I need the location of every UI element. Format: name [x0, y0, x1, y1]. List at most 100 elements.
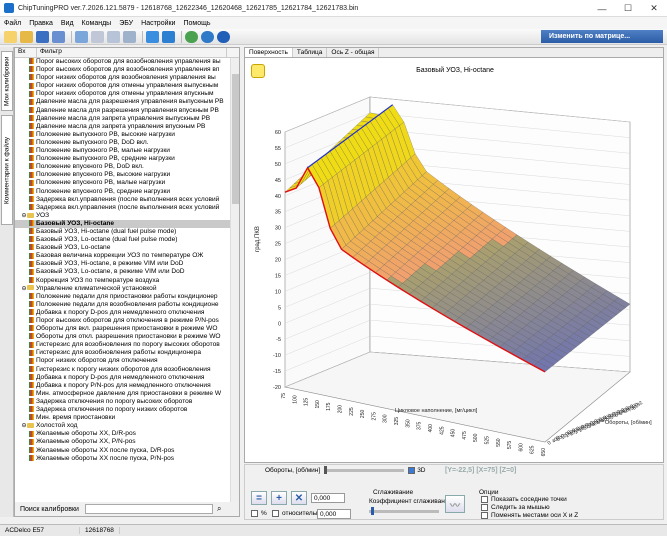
tree-item-label: Обороты для откл. разрешения приостановк…	[36, 333, 221, 341]
copy-icon[interactable]	[91, 30, 104, 43]
tree-item[interactable]: Положение впускного РВ, высокие нагрузки	[15, 171, 231, 179]
tree-item[interactable]: Базовый УОЗ, Lo-octane (dual fuel pulse …	[15, 236, 231, 244]
tree-item[interactable]: Желаемые обороты ХХ после пуска, D/R-pos	[15, 447, 231, 455]
follow-mouse-checkbox[interactable]	[481, 504, 488, 511]
menu-ecu[interactable]: ЭБУ	[115, 20, 137, 27]
tree-item[interactable]: Положение педали для приостановки работы…	[15, 293, 231, 301]
tree-scrollbar[interactable]	[230, 58, 239, 504]
maximize-button[interactable]: ☐	[615, 0, 641, 17]
tree-item[interactable]: Задержка отключения по порогу низких обо…	[15, 406, 231, 414]
slider-knob[interactable]	[324, 466, 328, 474]
show-neighbors-checkbox[interactable]	[481, 496, 488, 503]
menu-edit[interactable]: Правка	[25, 20, 57, 27]
tree-item[interactable]: Порог высоких оборотов для возобновления…	[15, 58, 231, 66]
tree-item[interactable]: Добавка к порогу D-pos для немедленного …	[15, 374, 231, 382]
tree-item[interactable]: Положение впускного РВ, средние нагрузки	[15, 188, 231, 196]
tab-surface[interactable]: Поверхность	[245, 48, 293, 57]
value-input[interactable]: 0,000	[311, 493, 345, 503]
tree-item[interactable]: Желаемые обороты ХХ после пуска, P/N-pos	[15, 455, 231, 463]
tree-item[interactable]: Положение впускного РВ, малые нагрузки	[15, 179, 231, 187]
minimize-button[interactable]: —	[589, 0, 615, 17]
tree-item[interactable]: Давление масла для разрешения управления…	[15, 98, 231, 106]
relative-checkbox[interactable]	[272, 510, 279, 517]
tree-item[interactable]: Базовый УОЗ, Lo-octane	[15, 244, 231, 252]
menu-help[interactable]: Помощь	[179, 20, 214, 27]
multiply-button[interactable]: ✕	[291, 491, 307, 505]
tree-item[interactable]: Задержка вкл.управления (после выполнени…	[15, 196, 231, 204]
equals-button[interactable]: =	[251, 491, 267, 505]
tree-item[interactable]: Задержка вкл.управления (после выполнени…	[15, 204, 231, 212]
tab-z-axis-common[interactable]: Ось Z - общая	[327, 48, 380, 57]
tree-item[interactable]: Обороты для вкл. разрешения приостановки…	[15, 325, 231, 333]
help-icon[interactable]	[217, 30, 230, 43]
smooth-apply-button[interactable]: 〰	[445, 495, 465, 513]
tree-header-col1[interactable]: Вх	[15, 48, 37, 57]
tree-item[interactable]: Базовый УОЗ, Hi-octane (dual fuel pulse …	[15, 228, 231, 236]
z-tick-label: 35	[275, 210, 281, 216]
tree-item-label: Задержка вкл.управления (после выполнени…	[36, 203, 220, 211]
tree-item[interactable]: Положение впускного РВ, DoD вкл.	[15, 163, 231, 171]
tree-item[interactable]: Порог низких оборотов для отмены управле…	[15, 90, 231, 98]
tree-item[interactable]: Гистерезис к порогу низких оборотов для …	[15, 366, 231, 374]
undo-icon[interactable]	[123, 30, 136, 43]
tree-item[interactable]: Добавка к порогу D-pos для немедленного …	[15, 309, 231, 317]
tree-item[interactable]: Положение выпускного РВ, DoD вкл.	[15, 139, 231, 147]
tune-icon[interactable]	[162, 30, 175, 43]
tree-item[interactable]: Положение выпускного РВ, средние нагрузк…	[15, 155, 231, 163]
tree-item[interactable]: Порог низких оборотов для отключения	[15, 357, 231, 365]
slider-knob[interactable]	[371, 507, 374, 515]
rpm-slider[interactable]	[324, 466, 405, 474]
search-input[interactable]	[84, 504, 213, 514]
menu-settings[interactable]: Настройки	[137, 20, 179, 27]
tree-item[interactable]: Давление масла для разрешения управления…	[15, 107, 231, 115]
menu-commands[interactable]: Команды	[78, 20, 116, 27]
tab-my-calibrations[interactable]: Мои калибровки	[1, 51, 13, 111]
menu-file[interactable]: Файл	[0, 20, 25, 27]
search-icon[interactable]	[185, 30, 198, 43]
tree-item[interactable]: Базовый УОЗ, Lo-octane, в режиме VIM или…	[15, 268, 231, 276]
tree-header-filter[interactable]: Фильтр	[37, 48, 227, 57]
percent-checkbox[interactable]	[251, 510, 258, 517]
surface-plot[interactable]: -20 -15 -10 -5 0 5 10 15 20 25 30 35 40 45 50 55 60 град.…	[245, 72, 665, 464]
search-icon[interactable]: ⌕	[217, 504, 221, 514]
tree-item[interactable]: Положение выпускного РВ, малые нагрузки	[15, 147, 231, 155]
tree-item[interactable]: Добавка к порогу P/N-pos для немедленног…	[15, 382, 231, 390]
paste-icon[interactable]	[107, 30, 120, 43]
tree-item[interactable]: Желаемые обороты ХХ, P/N-pos	[15, 438, 231, 446]
tree-item[interactable]: Коррекция УОЗ по температуре воздуха	[15, 277, 231, 285]
tree-item[interactable]: Порог высоких оборотов для возобновления…	[15, 66, 231, 74]
new-file-icon[interactable]	[4, 30, 17, 43]
checkbox-3d[interactable]	[408, 467, 416, 474]
scrollbar-thumb[interactable]	[232, 74, 239, 204]
calibration-icon	[29, 414, 34, 421]
smoothing-slider[interactable]	[369, 507, 439, 515]
tree-item[interactable]: Положение педали для возобновления работ…	[15, 301, 231, 309]
tree-item-label: Базовый УОЗ, Lo-octane	[36, 244, 111, 252]
tree-item[interactable]: Давление масла для запрета управления вп…	[15, 123, 231, 131]
open-file-icon[interactable]	[20, 30, 33, 43]
checksum-icon[interactable]	[146, 30, 159, 43]
tree-item[interactable]: Порог высоких оборотов для отключения в …	[15, 317, 231, 325]
tree-item[interactable]: Мин. атмосферное давление для приостанов…	[15, 390, 231, 398]
compare-icon[interactable]	[75, 30, 88, 43]
tree-item[interactable]: Базовый УОЗ, Hi-octane	[15, 219, 231, 228]
tree-item[interactable]: Давление масла для запрета управления вы…	[15, 115, 231, 123]
close-button[interactable]: ✕	[641, 0, 667, 17]
plus-button[interactable]: +	[271, 491, 287, 505]
tree-folder[interactable]: ⊖ УОЗ	[15, 212, 231, 220]
percent-label: %	[261, 510, 267, 517]
change-by-matrix-button[interactable]: Изменить по матрице...	[541, 30, 663, 43]
save-icon[interactable]	[36, 30, 49, 43]
menu-view[interactable]: Вид	[57, 20, 78, 27]
tree-folder[interactable]: ⊖ Управление климатической установкой	[15, 285, 231, 293]
calibration-icon	[29, 446, 34, 453]
swap-axes-checkbox[interactable]	[481, 512, 488, 519]
tree-item[interactable]: Положение выпускного РВ, высокие нагрузк…	[15, 131, 231, 139]
relative-value-input[interactable]: 0,000	[317, 509, 351, 519]
save-as-icon[interactable]	[52, 30, 65, 43]
tree-item[interactable]: Задержка отключения по порогу высоких об…	[15, 398, 231, 406]
tree-item[interactable]: Мин. время приостановки	[15, 414, 231, 422]
tab-table[interactable]: Таблица	[293, 48, 328, 57]
refresh-icon[interactable]	[201, 30, 214, 43]
tab-file-comments[interactable]: Комментарии к файлу	[1, 115, 13, 225]
